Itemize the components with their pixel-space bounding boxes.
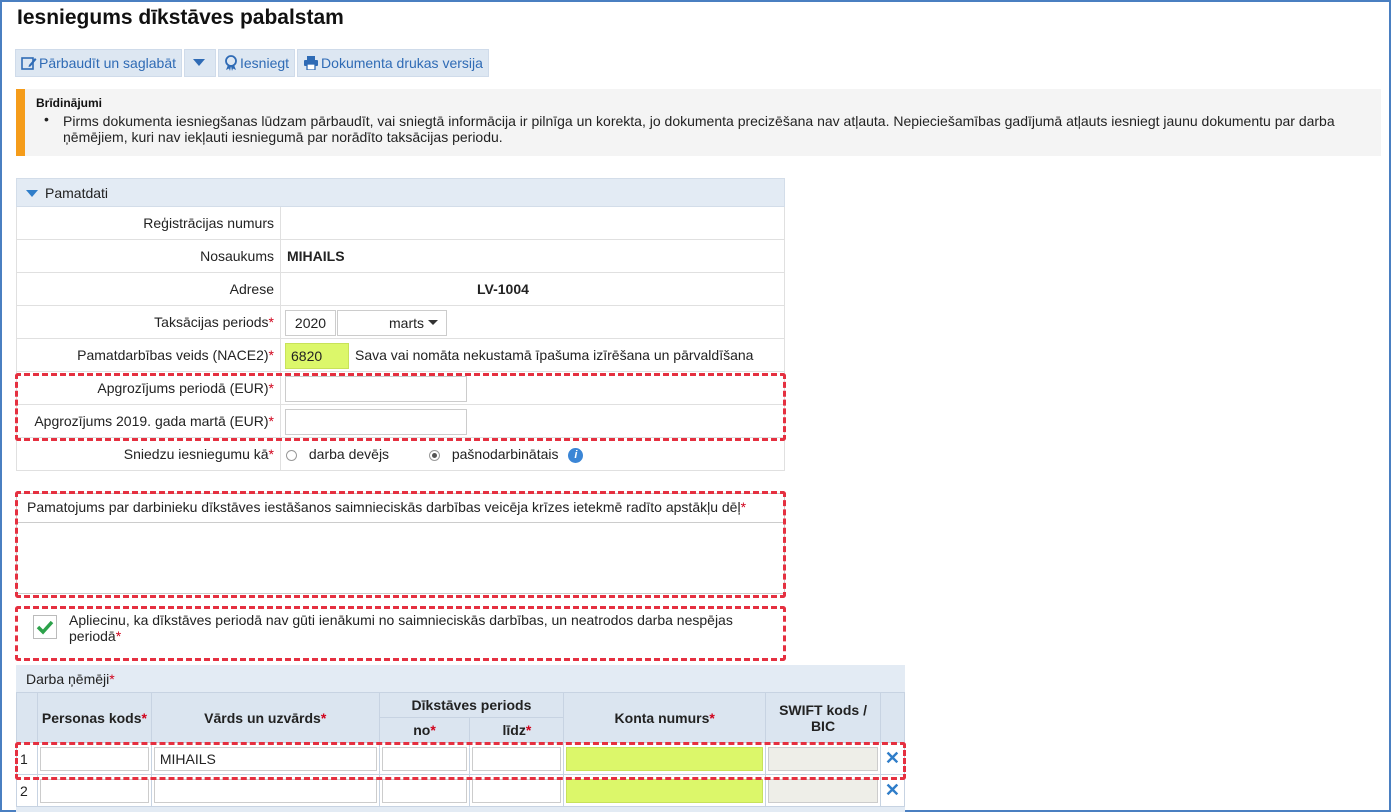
to-header: līdz* xyxy=(469,717,565,743)
submit-as-options: darba devējs pašnodarbinātais i xyxy=(286,438,584,470)
caret-down-icon xyxy=(193,59,205,66)
warnings-title: Brīdinājumi xyxy=(36,96,103,110)
personal-code-input[interactable] xyxy=(39,778,149,803)
address-label: Adrese xyxy=(17,273,281,305)
period-year-input[interactable]: 2020 xyxy=(285,310,336,336)
idle-period-header: Dīkstāves periods xyxy=(378,692,565,718)
page-title: Iesniegums dīkstāves pabalstam xyxy=(17,6,344,29)
warnings-box: Brīdinājumi • Pirms dokumenta iesniegšan… xyxy=(16,89,1381,156)
from-date-input[interactable] xyxy=(381,778,468,803)
collapse-triangle-icon xyxy=(26,190,38,197)
option-self-employed-label: pašnodarbinātais xyxy=(451,446,559,462)
name-label: Nosaukums xyxy=(17,240,281,272)
section-title: Pamatdati xyxy=(45,185,109,201)
period-month-select[interactable]: marts xyxy=(337,310,447,336)
print-version-button[interactable]: Dokumenta drukas versija xyxy=(297,49,489,77)
employees-title: Darba ņēmēji xyxy=(26,671,110,687)
edit-save-icon xyxy=(21,57,37,70)
check-save-button[interactable]: Pārbaudīt un saglabāt xyxy=(15,49,182,77)
row-number-header xyxy=(16,692,38,743)
required-mark: * xyxy=(268,446,274,462)
name-value: MIHAILS xyxy=(287,248,345,264)
reg-number-row: Reģistrācijas numurs xyxy=(16,207,785,240)
warning-item: Pirms dokumenta iesniegšanas lūdzam pārb… xyxy=(63,113,1335,145)
name-header: Vārds un uzvārds* xyxy=(150,692,380,743)
bullet-icon: • xyxy=(44,111,49,127)
required-mark: * xyxy=(109,671,115,687)
reg-number-label: Reģistrācijas numurs xyxy=(17,207,281,239)
to-date-input[interactable] xyxy=(472,778,562,803)
nace-label-cell: Pamatdarbības veids (NACE2)* xyxy=(17,339,281,371)
justification-error-outline xyxy=(15,491,786,598)
tax-period-label: Taksācijas periods xyxy=(154,314,269,330)
employees-section: Darba ņēmēji* Personas kods* Vārds un uz… xyxy=(16,665,906,812)
account-input[interactable] xyxy=(566,778,764,803)
turnover-error-outline xyxy=(15,373,786,441)
submit-label: Iesniegt xyxy=(240,55,290,71)
toolbar: Pārbaudīt un saglabāt Iesniegt Dokumenta… xyxy=(15,49,491,77)
check-save-label: Pārbaudīt un saglabāt xyxy=(39,55,176,71)
submit-as-label: Sniedzu iesniegumu kā xyxy=(123,446,269,462)
account-header-label: Konta numurs xyxy=(614,709,710,726)
required-mark: * xyxy=(430,722,436,738)
required-mark: * xyxy=(709,709,715,726)
nace-row: Pamatdarbības veids (NACE2)* 6820 Sava v… xyxy=(16,339,785,372)
required-mark: * xyxy=(525,722,532,738)
nace-description: Sava vai nomāta nekustamā īpašuma izīrēš… xyxy=(355,347,754,363)
address-value: LV-1004 xyxy=(477,281,529,297)
employee-row-error-outline xyxy=(15,742,906,780)
info-icon[interactable]: i xyxy=(568,447,584,463)
name-row: Nosaukums MIHAILS xyxy=(16,240,785,273)
required-mark: * xyxy=(268,347,274,363)
confirm-error-outline xyxy=(15,606,786,661)
chevron-down-icon xyxy=(428,320,438,325)
period-month-value: marts xyxy=(389,315,424,331)
submit-as-row: Sniedzu iesniegumu kā* darba devējs pašn… xyxy=(16,438,785,471)
print-version-label: Dokumenta drukas versija xyxy=(321,55,483,71)
personal-code-header-label: Personas kods xyxy=(41,709,142,726)
tax-period-label-cell: Taksācijas periods* xyxy=(17,306,281,338)
personal-code-header: Personas kods* xyxy=(36,692,152,743)
employees-title-wrap: Darba ņēmēji* xyxy=(26,671,115,687)
to-header-label: līdz xyxy=(502,722,526,738)
required-mark: * xyxy=(268,314,274,330)
nace-code-input[interactable]: 6820 xyxy=(285,343,349,369)
option-employer-label: darba devējs xyxy=(308,446,390,462)
section-header-basic[interactable]: Pamatdati xyxy=(16,178,785,207)
actions-header xyxy=(879,692,906,743)
swift-header: SWIFT kods / BIC xyxy=(765,692,881,743)
swift-input[interactable] xyxy=(768,778,878,803)
tax-period-row: Taksācijas periods* 2020 marts xyxy=(16,306,785,339)
radio-self-employed[interactable] xyxy=(428,449,440,461)
name-input[interactable] xyxy=(153,778,377,803)
nace-label: Pamatdarbības veids (NACE2) xyxy=(77,347,269,363)
required-mark: * xyxy=(320,709,327,726)
printer-icon xyxy=(304,56,319,70)
from-header: no* xyxy=(378,717,471,743)
award-icon xyxy=(225,55,237,71)
name-header-label: Vārds un uzvārds xyxy=(204,709,321,726)
radio-employer[interactable] xyxy=(286,449,297,461)
address-row: Adrese LV-1004 xyxy=(16,273,785,306)
save-options-dropdown[interactable] xyxy=(184,49,216,77)
required-mark: * xyxy=(141,709,147,726)
submit-button[interactable]: Iesniegt xyxy=(218,49,296,77)
from-header-label: no xyxy=(413,722,431,738)
account-header: Konta numurs* xyxy=(563,692,767,743)
submit-as-label-cell: Sniedzu iesniegumu kā* xyxy=(17,438,281,470)
